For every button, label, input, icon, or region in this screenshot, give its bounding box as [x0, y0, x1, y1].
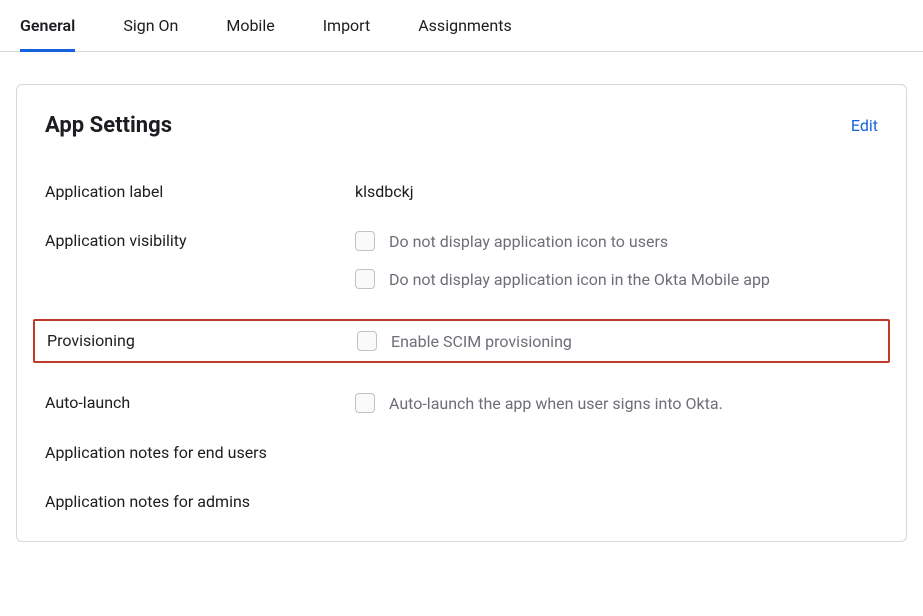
card-header: App Settings Edit [45, 113, 878, 138]
card-title: App Settings [45, 113, 172, 138]
label-notes-end-users: Application notes for end users [45, 443, 355, 462]
row-application-visibility: Application visibility Do not display ap… [45, 231, 878, 289]
label-notes-admins: Application notes for admins [45, 492, 355, 511]
label-application-visibility: Application visibility [45, 231, 355, 250]
label-auto-launch: Auto-launch [45, 393, 355, 412]
label-application-label: Application label [45, 182, 355, 201]
tab-general[interactable]: General [20, 0, 75, 52]
options-application-visibility: Do not display application icon to users… [355, 231, 878, 289]
option-label: Do not display application icon to users [389, 232, 668, 251]
tab-assignments[interactable]: Assignments [418, 0, 512, 52]
option-auto-launch: Auto-launch the app when user signs into… [355, 393, 878, 413]
label-provisioning: Provisioning [47, 331, 357, 350]
checkbox-auto-launch[interactable] [355, 393, 375, 413]
options-provisioning: Enable SCIM provisioning [357, 331, 876, 351]
edit-button[interactable]: Edit [851, 116, 878, 135]
row-auto-launch: Auto-launch Auto-launch the app when use… [45, 393, 878, 413]
tab-sign-on[interactable]: Sign On [123, 0, 178, 52]
options-auto-launch: Auto-launch the app when user signs into… [355, 393, 878, 413]
checkbox-hide-icon-mobile[interactable] [355, 269, 375, 289]
value-application-label: klsdbckj [355, 182, 414, 201]
tab-import[interactable]: Import [323, 0, 371, 52]
option-hide-icon-mobile: Do not display application icon in the O… [355, 269, 878, 289]
option-label: Auto-launch the app when user signs into… [389, 394, 723, 413]
option-hide-icon-users: Do not display application icon to users [355, 231, 878, 251]
row-application-label: Application label klsdbckj [45, 182, 878, 201]
checkbox-enable-scim[interactable] [357, 331, 377, 351]
row-notes-admins: Application notes for admins [45, 492, 878, 511]
option-enable-scim: Enable SCIM provisioning [357, 331, 876, 351]
row-notes-end-users: Application notes for end users [45, 443, 878, 462]
option-label: Enable SCIM provisioning [391, 332, 572, 351]
tab-mobile[interactable]: Mobile [226, 0, 274, 52]
row-provisioning: Provisioning Enable SCIM provisioning [47, 331, 876, 351]
checkbox-hide-icon-users[interactable] [355, 231, 375, 251]
option-label: Do not display application icon in the O… [389, 270, 770, 289]
app-settings-card: App Settings Edit Application label klsd… [16, 84, 907, 542]
tabs-bar: General Sign On Mobile Import Assignment… [0, 0, 923, 52]
highlight-provisioning: Provisioning Enable SCIM provisioning [33, 319, 890, 363]
